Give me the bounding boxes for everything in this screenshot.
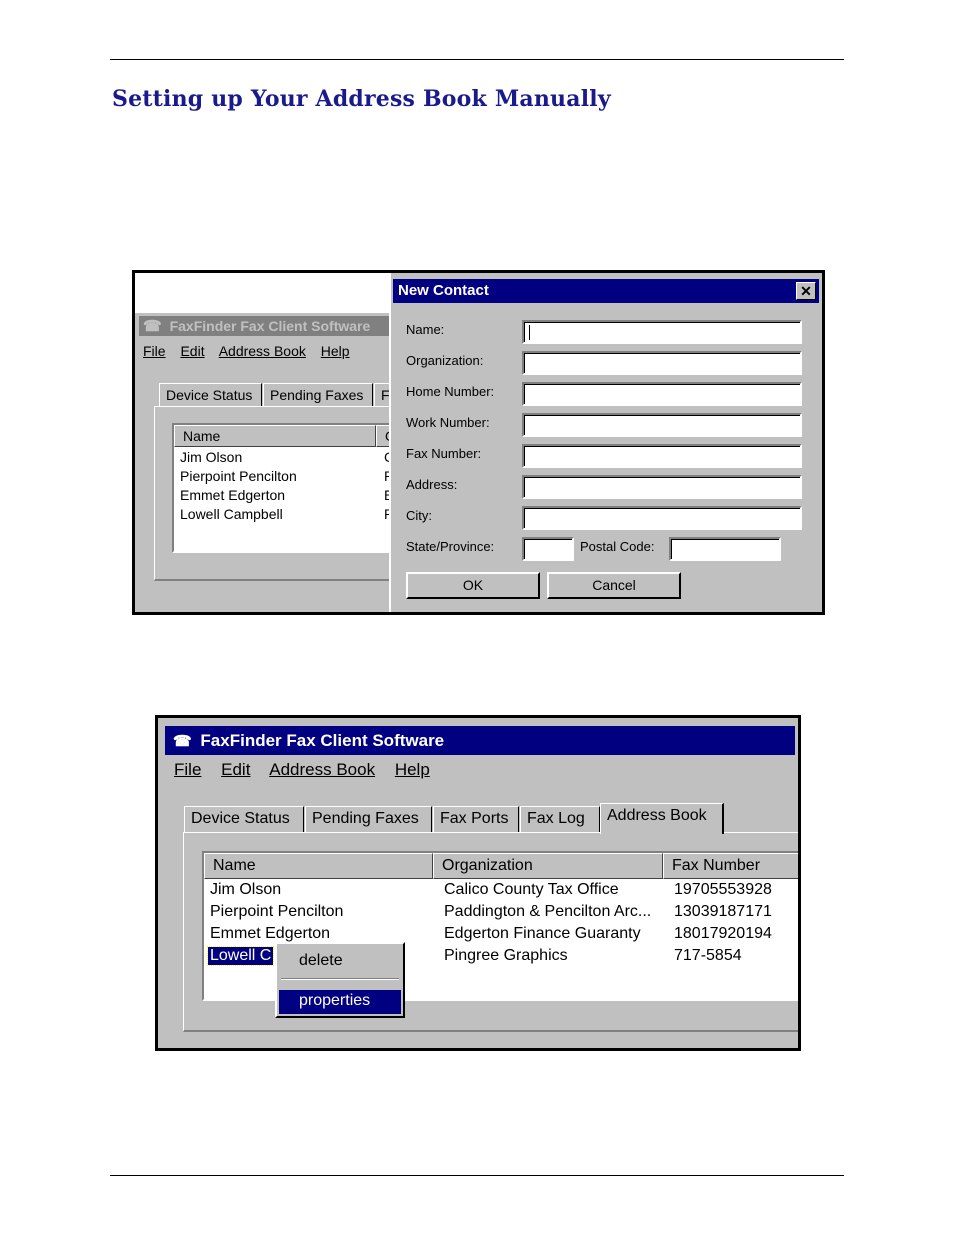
address-field[interactable] xyxy=(522,475,802,499)
work-number-field[interactable] xyxy=(522,413,802,437)
list-item-name[interactable]: Pierpoint Pencilton xyxy=(210,903,343,921)
home-number-label: Home Number: xyxy=(406,384,495,399)
list-item[interactable]: Lowell Campbell xyxy=(180,506,283,522)
tab-pending-faxes[interactable]: Pending Faxes xyxy=(263,383,373,407)
top-rule xyxy=(110,59,844,60)
fax-machine-icon: ☎ xyxy=(173,733,192,750)
menu-address-book[interactable]: Address Book xyxy=(219,343,306,359)
menu-address-book[interactable]: Address Book xyxy=(269,760,375,779)
list-item[interactable]: Jim Olson xyxy=(180,449,242,465)
address-book-screenshot: ☎ FaxFinder Fax Client Software File Edi… xyxy=(155,715,801,1051)
menu-edit[interactable]: Edit xyxy=(221,760,250,779)
city-field[interactable] xyxy=(522,506,802,530)
tab-device-status[interactable]: Device Status xyxy=(159,383,262,407)
tab-address-book[interactable]: Address Book xyxy=(600,803,724,834)
list-item-fax: 18017920194 xyxy=(674,925,772,942)
address-list[interactable]: Name O Jim Olson Pierpoint Pencilton Emm… xyxy=(172,423,392,553)
text-caret xyxy=(529,325,530,340)
work-number-label: Work Number: xyxy=(406,415,490,430)
list-item-org: Calico County Tax Office xyxy=(444,881,619,898)
menu-edit[interactable]: Edit xyxy=(180,343,204,359)
postal-code-field[interactable] xyxy=(669,537,781,561)
background-area xyxy=(135,273,391,313)
app-title-bar: ☎ FaxFinder Fax Client Software xyxy=(165,726,795,755)
list-item[interactable]: Emmet Edgerton xyxy=(180,487,285,503)
menu-help[interactable]: Help xyxy=(321,343,350,359)
name-label: Name: xyxy=(406,322,445,337)
context-menu-properties[interactable]: properties xyxy=(279,990,401,1014)
tab-fax-ports[interactable]: Fax Ports xyxy=(433,806,519,833)
list-item-fax: 717-5854 xyxy=(674,947,742,964)
context-menu: delete properties xyxy=(275,942,405,1018)
list-item-name-selected[interactable]: Lowell C xyxy=(206,946,275,966)
list-item-name[interactable]: Jim Olson xyxy=(210,881,281,899)
organization-field[interactable] xyxy=(522,351,802,375)
context-menu-separator xyxy=(281,978,399,980)
list-item-org: Pingree Graphics xyxy=(444,947,568,964)
menu-file[interactable]: File xyxy=(174,760,201,779)
menu-help[interactable]: Help xyxy=(395,760,430,779)
menu-bar: File Edit Address Book Help xyxy=(174,760,445,780)
tab-device-status[interactable]: Device Status xyxy=(184,806,304,833)
bottom-rule xyxy=(110,1175,844,1176)
app-title-bar-inactive: ☎ FaxFinder Fax Client Software xyxy=(139,316,391,336)
city-label: City: xyxy=(406,508,432,523)
column-header-organization[interactable]: Organization xyxy=(433,853,663,879)
context-menu-delete[interactable]: delete xyxy=(279,950,401,974)
list-item-org: Edgerton Finance Guaranty xyxy=(444,925,641,942)
new-contact-screenshot: ☎ FaxFinder Fax Client Software File Edi… xyxy=(132,270,825,615)
new-contact-dialog: New Contact ✕ Name: Organization: Home N… xyxy=(389,276,822,612)
app-title: FaxFinder Fax Client Software xyxy=(169,318,371,334)
fax-number-label: Fax Number: xyxy=(406,446,482,461)
dialog-title: New Contact xyxy=(398,282,489,299)
home-number-field[interactable] xyxy=(522,382,802,406)
list-item-name[interactable]: Emmet Edgerton xyxy=(210,925,330,943)
state-province-label: State/Province: xyxy=(406,539,495,554)
page-heading: Setting up Your Address Book Manually xyxy=(112,86,611,112)
tab-fax-log[interactable]: Fax Log xyxy=(520,806,600,833)
menu-bar: File Edit Address Book Help xyxy=(143,343,361,359)
dialog-title-bar: New Contact ✕ xyxy=(393,279,819,303)
fax-machine-icon: ☎ xyxy=(143,318,162,335)
column-header-name[interactable]: Name xyxy=(174,425,376,447)
list-item-fax: 19705553928 xyxy=(674,881,772,898)
state-province-field[interactable] xyxy=(522,537,574,561)
organization-label: Organization: xyxy=(406,353,484,368)
name-field[interactable] xyxy=(522,320,802,344)
ok-button[interactable]: OK xyxy=(406,572,540,599)
column-header-name[interactable]: Name xyxy=(204,853,433,879)
menu-file[interactable]: File xyxy=(143,343,166,359)
fax-number-field[interactable] xyxy=(522,444,802,468)
tab-pending-faxes[interactable]: Pending Faxes xyxy=(305,806,432,833)
close-button[interactable]: ✕ xyxy=(796,282,816,300)
list-item-fax: 13039187171 xyxy=(674,903,772,920)
app-title: FaxFinder Fax Client Software xyxy=(200,731,445,750)
cancel-button[interactable]: Cancel xyxy=(547,572,681,599)
column-header-fax-number[interactable]: Fax Number xyxy=(663,853,798,879)
list-item[interactable]: Pierpoint Pencilton xyxy=(180,468,297,484)
address-label: Address: xyxy=(406,477,458,492)
list-item-org: Paddington & Pencilton Arc... xyxy=(444,903,652,920)
close-icon: ✕ xyxy=(800,283,812,299)
postal-code-label: Postal Code: xyxy=(580,539,655,554)
